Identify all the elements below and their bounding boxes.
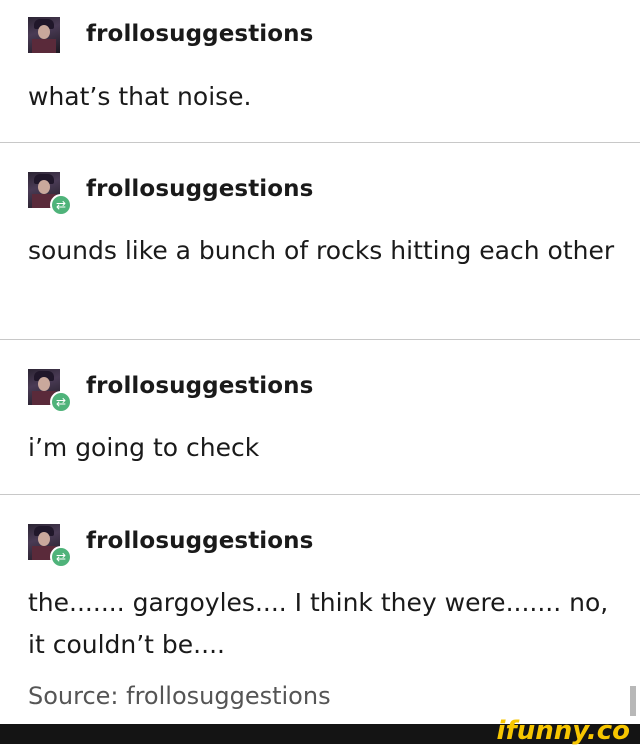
watermark-logo: ifunny.co	[496, 716, 630, 746]
divider	[0, 339, 640, 340]
reblog-icon: ⇄	[50, 391, 72, 413]
post-text: sounds like a bunch of rocks hitting eac…	[28, 236, 615, 265]
username[interactable]: frollosuggestions	[86, 21, 313, 47]
divider	[0, 494, 640, 495]
post-header: ⇄ frollosuggestions	[28, 524, 428, 568]
username[interactable]: frollosuggestions	[86, 176, 313, 202]
scrollbar[interactable]	[630, 686, 636, 716]
reblog-icon: ⇄	[50, 546, 72, 568]
source-link[interactable]: Source: frollosuggestions	[28, 682, 331, 710]
divider	[0, 142, 640, 143]
post-text: i’m going to check	[28, 433, 260, 462]
username[interactable]: frollosuggestions	[86, 373, 313, 399]
post-text: the....... gargoyles.... I think they we…	[28, 588, 609, 659]
post-header: ⇄ frollosuggestions	[28, 369, 428, 413]
post-header: ⇄ frollosuggestions	[28, 172, 428, 216]
avatar-icon[interactable]	[28, 17, 60, 53]
post-text: what’s that noise.	[28, 82, 252, 111]
username[interactable]: frollosuggestions	[86, 528, 313, 554]
reblog-icon: ⇄	[50, 194, 72, 216]
post-header: frollosuggestions	[28, 17, 428, 53]
